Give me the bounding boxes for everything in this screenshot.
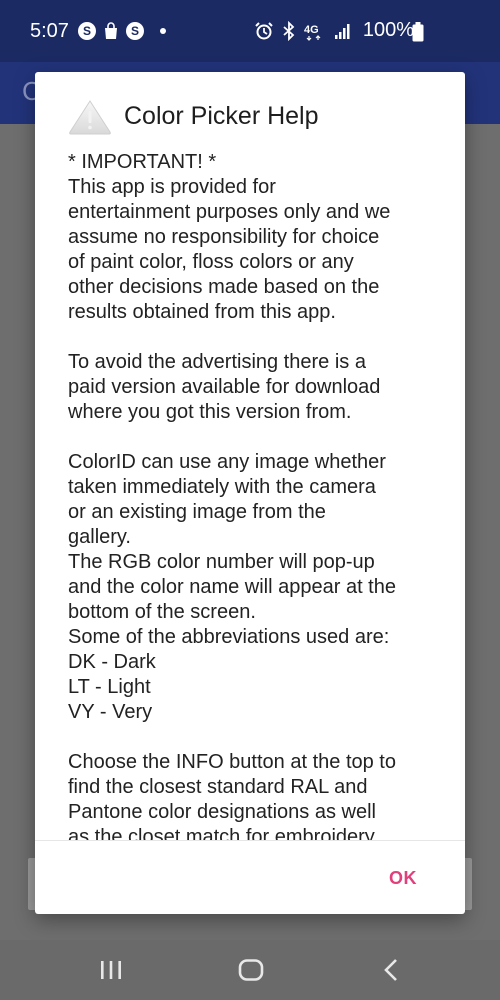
dialog-text-line: bottom of the screen. — [68, 601, 256, 623]
dialog-text-line: Choose the INFO button at the top to — [68, 751, 396, 773]
dialog-text-line: The RGB color number will pop-up — [68, 551, 375, 573]
dialog-text-line: as the closet match for embroidery — [68, 826, 375, 840]
battery-icon — [412, 22, 424, 42]
dialog-text-line: find the closest standard RAL and — [68, 776, 368, 798]
svg-text:4G: 4G — [304, 24, 319, 36]
status-bar: 5:07 S S 4G 100% — [0, 0, 500, 62]
dialog-text-line: gallery. — [68, 526, 131, 548]
system-icons: 4G — [254, 21, 352, 41]
dialog-text-line: paid version available for download — [68, 376, 381, 398]
dialog-text-line: VY - Very — [68, 701, 153, 723]
battery-percent: 100% — [362, 19, 414, 41]
dialog-text-line — [68, 325, 448, 350]
bluetooth-icon — [283, 21, 295, 41]
dialog-text-line: LT - Light — [68, 676, 151, 698]
dot-icon — [160, 28, 166, 34]
dialog-text-line: other decisions made based on the — [68, 276, 380, 298]
dialog-text-line: assume no responsibility for choice — [68, 226, 380, 248]
dialog-text-line: ColorID can use any image whether — [68, 451, 386, 473]
dialog-text-line: Pantone color designations as well — [68, 801, 376, 823]
ok-button[interactable]: OK — [389, 868, 417, 889]
signal-icon — [335, 24, 350, 39]
help-dialog: Color Picker Help * IMPORTANT! * This app… — [35, 72, 465, 914]
s-circle-icon: S — [78, 22, 96, 40]
dialog-text-line: To avoid the advertising there is a — [68, 351, 366, 373]
s-circle-icon: S — [126, 22, 144, 40]
recent-apps-icon[interactable] — [99, 960, 123, 980]
dialog-text-line: DK - Dark — [68, 651, 156, 673]
notification-icons: S S — [78, 21, 166, 41]
dialog-text-line: Some of the abbreviations used are: — [68, 626, 390, 648]
shopping-bag-icon — [105, 22, 117, 39]
alarm-icon — [255, 22, 273, 40]
dialog-text-line: This app is provided for — [68, 176, 276, 198]
dialog-text-line: where you got this version from. — [68, 401, 352, 423]
warning-icon — [69, 100, 111, 135]
dialog-text-line — [68, 725, 448, 750]
dialog-header: Color Picker Help — [35, 72, 465, 150]
dialog-text-line — [68, 425, 448, 450]
status-time: 5:07 — [30, 20, 69, 42]
4g-icon: 4G — [304, 24, 321, 41]
dialog-text-line: results obtained from this app. — [68, 301, 336, 323]
dialog-text-line: of paint color, floss colors or any — [68, 251, 354, 273]
home-icon[interactable] — [238, 959, 264, 981]
back-icon[interactable] — [383, 958, 399, 982]
dialog-text-line: * IMPORTANT! * — [68, 151, 217, 173]
dialog-text-line: or an existing image from the — [68, 501, 326, 523]
dialog-message[interactable]: * IMPORTANT! * This app is provided for en… — [68, 150, 448, 840]
dialog-divider — [35, 840, 465, 841]
dialog-text-line: taken immediately with the camera — [68, 476, 376, 498]
dialog-text-line: and the color name will appear at the — [68, 576, 396, 598]
dialog-text-line: entertainment purposes only and we — [68, 201, 391, 223]
dialog-title: Color Picker Help — [124, 102, 319, 130]
navigation-bar — [0, 940, 500, 1000]
